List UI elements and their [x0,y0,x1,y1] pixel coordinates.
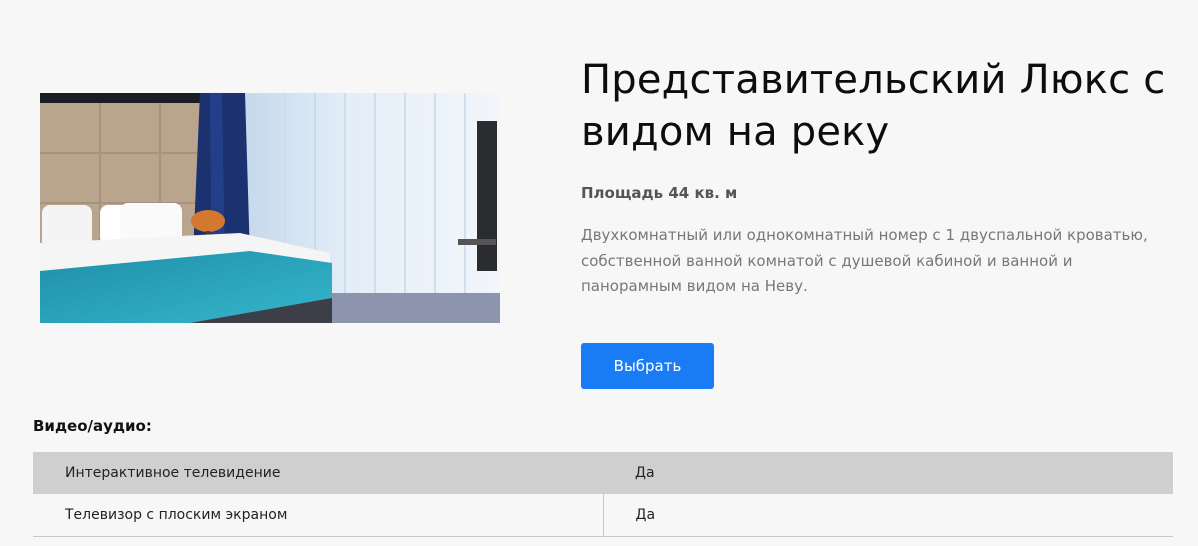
amenity-value: Да [603,452,1173,494]
table-row: Интерактивное телевидение Да [33,452,1173,494]
amenities-table: Интерактивное телевидение Да Телевизор с… [33,452,1173,537]
amenity-name: Телевизор с плоским экраном [33,494,604,537]
amenity-name: Интерактивное телевидение [33,452,603,494]
room-photo [40,93,500,323]
table-row: Телевизор с плоским экраном Да [33,494,1173,537]
amenities-heading: Видео/аудио: [33,417,152,435]
room-title: Представительский Люкс с видом на реку [581,57,1166,155]
room-description: Двухкомнатный или однокомнатный номер с … [581,226,1148,295]
room-area: Площадь 44 кв. м [581,184,738,202]
select-button[interactable]: Выбрать [581,343,714,389]
amenity-value: Да [603,494,1173,537]
